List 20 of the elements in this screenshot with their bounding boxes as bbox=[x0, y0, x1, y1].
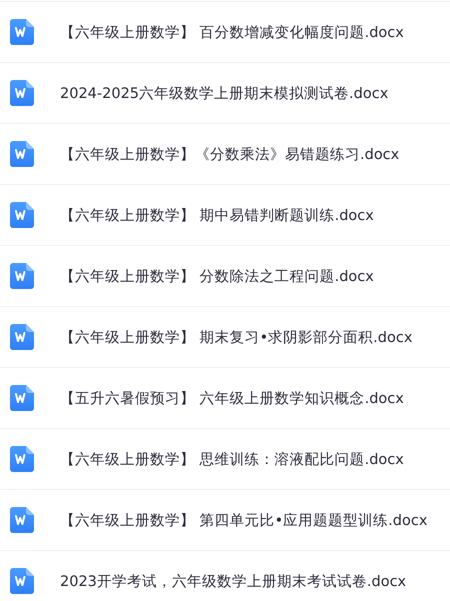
file-name[interactable]: 【六年级上册数学】 第四单元比•应用题题型训练.docx bbox=[60, 510, 428, 530]
file-name[interactable]: 2023开学考试，六年级数学上册期末考试试卷.docx bbox=[60, 572, 406, 590]
word-document-icon bbox=[10, 202, 34, 228]
file-name[interactable]: 2024-2025六年级数学上册期末模拟测试卷.docx bbox=[60, 84, 388, 102]
word-document-icon bbox=[10, 141, 34, 167]
word-document-icon bbox=[10, 324, 34, 350]
file-name[interactable]: 【六年级上册数学】 分数除法之工程问题.docx bbox=[60, 266, 374, 286]
file-name[interactable]: 【五升六暑假预习】 六年级上册数学知识概念.docx bbox=[60, 388, 404, 408]
word-document-icon bbox=[10, 80, 34, 106]
word-document-icon bbox=[10, 385, 34, 411]
file-name[interactable]: 【六年级上册数学】 期中易错判断题训练.docx bbox=[60, 206, 374, 224]
file-name[interactable]: 【六年级上册数学】《分数乘法》易错题练习.docx bbox=[60, 144, 400, 164]
word-document-icon bbox=[10, 446, 34, 472]
word-document-icon bbox=[10, 19, 34, 45]
file-name[interactable]: 【六年级上册数学】 百分数增减变化幅度问题.docx bbox=[60, 22, 404, 42]
word-document-icon bbox=[10, 568, 34, 594]
word-document-icon bbox=[10, 507, 34, 533]
file-name[interactable]: 【六年级上册数学】 思维训练：溶液配比问题.docx bbox=[60, 450, 404, 468]
file-name[interactable]: 【六年级上册数学】 期末复习•求阴影部分面积.docx bbox=[60, 328, 412, 346]
word-document-icon bbox=[10, 263, 34, 289]
